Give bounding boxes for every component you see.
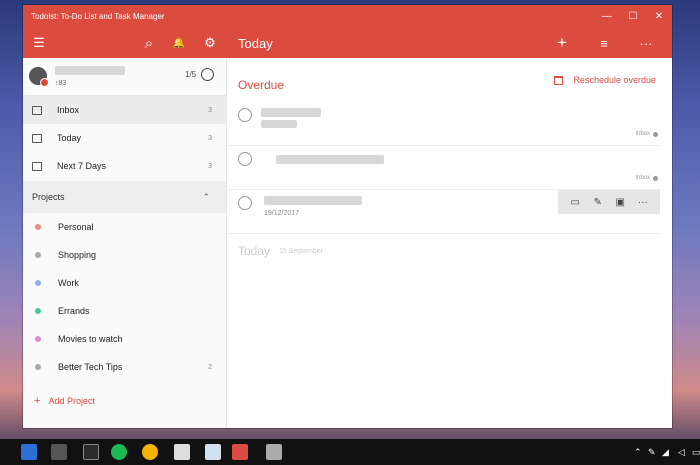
daily-progress: 1/5 bbox=[185, 70, 197, 79]
app-window: Todoist: To-Do List and Task Manager — ☐… bbox=[23, 5, 672, 428]
profile-section[interactable]: ↑83 1/5 bbox=[23, 58, 226, 96]
project-color-dot bbox=[35, 308, 41, 314]
nav-label: Next 7 Days bbox=[57, 161, 107, 171]
add-task-icon[interactable]: + bbox=[554, 33, 570, 52]
volume-icon[interactable]: ◁ bbox=[678, 447, 685, 458]
nav-label: Today bbox=[57, 133, 82, 143]
task-row[interactable]: 19/12/2017 ▭ ✎ ▣ ··· bbox=[228, 190, 660, 234]
projects-label: Projects bbox=[32, 192, 65, 202]
plus-icon: + bbox=[34, 395, 41, 407]
close-button[interactable]: ✕ bbox=[646, 11, 672, 22]
task-project-label: Inbox bbox=[635, 175, 658, 181]
spotify-icon[interactable] bbox=[111, 444, 127, 460]
nav-item-next-7-days[interactable]: Next 7 Days 3 bbox=[23, 152, 226, 180]
task-text-blurred bbox=[276, 155, 384, 164]
task-checkbox[interactable] bbox=[238, 108, 252, 122]
karma-score: ↑83 bbox=[55, 80, 67, 87]
project-item[interactable]: Shopping bbox=[23, 241, 226, 269]
projects-header[interactable]: Projects ⌃ bbox=[23, 181, 226, 213]
reschedule-label: Reschedule overdue bbox=[573, 75, 656, 85]
edit-icon[interactable]: ✎ bbox=[591, 195, 605, 209]
add-project-button[interactable]: + Add Project bbox=[23, 387, 226, 415]
nav-count: 3 bbox=[208, 134, 212, 142]
task-row[interactable]: Inbox bbox=[228, 146, 660, 190]
project-item[interactable]: Work bbox=[23, 269, 226, 297]
project-count: 2 bbox=[208, 363, 212, 371]
project-color-dot bbox=[35, 364, 41, 370]
more-icon[interactable]: ··· bbox=[636, 195, 650, 209]
chevron-up-icon[interactable]: ⌃ bbox=[202, 192, 210, 203]
app-icon[interactable] bbox=[205, 444, 221, 460]
inbox-icon bbox=[32, 105, 42, 115]
store-icon[interactable] bbox=[21, 444, 37, 460]
task-row[interactable]: Inbox bbox=[228, 102, 660, 146]
overdue-header: Overdue bbox=[238, 78, 285, 92]
task-text-blurred bbox=[264, 196, 362, 205]
app-icon[interactable] bbox=[266, 444, 282, 460]
maximize-button[interactable]: ☐ bbox=[620, 11, 646, 22]
project-label: Better Tech Tips bbox=[58, 362, 123, 372]
user-name-blurred bbox=[55, 66, 125, 75]
sidebar: ↑83 1/5 Inbox 3 Today 3 Next 7 Days 3 Pr… bbox=[23, 58, 227, 428]
task-action-bar: ▭ ✎ ▣ ··· bbox=[558, 190, 660, 214]
project-item[interactable]: Better Tech Tips 2 bbox=[23, 353, 226, 381]
project-item[interactable]: Errands bbox=[23, 297, 226, 325]
nav-count: 3 bbox=[208, 106, 212, 114]
project-label: Movies to watch bbox=[58, 334, 123, 344]
project-label: Errands bbox=[58, 306, 90, 316]
project-color-dot bbox=[35, 224, 41, 230]
project-color-dot bbox=[35, 336, 41, 342]
task-list: Overdue Reschedule overdue Inbox Inbox 1… bbox=[228, 58, 672, 428]
window-title: Todoist: To-Do List and Task Manager bbox=[31, 12, 165, 21]
calendar-week-icon bbox=[32, 161, 42, 171]
project-item[interactable]: Movies to watch bbox=[23, 325, 226, 353]
schedule-icon[interactable]: ▣ bbox=[613, 195, 627, 209]
app-icon[interactable] bbox=[174, 444, 190, 460]
wifi-icon[interactable]: ◢ bbox=[662, 447, 669, 458]
toolbar: ☰ ⌕ 🔔 ⚙ Today + ≡ ··· bbox=[23, 28, 672, 58]
todoist-icon[interactable] bbox=[232, 444, 248, 460]
project-label: Work bbox=[58, 278, 79, 288]
avatar[interactable] bbox=[29, 67, 49, 87]
search-icon[interactable]: ⌕ bbox=[141, 35, 157, 52]
view-title: Today bbox=[238, 36, 273, 51]
more-icon[interactable]: ··· bbox=[638, 35, 654, 51]
windows-taskbar: ⌃ ✎ ◢ ◁ ▭ bbox=[0, 439, 700, 465]
task-project-label: Inbox bbox=[635, 131, 658, 137]
calendar-icon bbox=[32, 133, 42, 143]
task-due-date: 19/12/2017 bbox=[264, 210, 300, 217]
project-color-dot bbox=[35, 252, 41, 258]
pen-icon[interactable]: ✎ bbox=[648, 447, 656, 458]
add-project-label: Add Project bbox=[48, 396, 95, 406]
task-text-blurred bbox=[261, 120, 297, 128]
menu-icon[interactable]: ☰ bbox=[31, 35, 47, 51]
title-bar: Todoist: To-Do List and Task Manager — ☐… bbox=[23, 5, 672, 28]
gear-icon[interactable]: ⚙ bbox=[202, 35, 218, 51]
nav-count: 3 bbox=[208, 162, 212, 170]
chrome-icon[interactable] bbox=[142, 444, 158, 460]
reschedule-overdue-button[interactable]: Reschedule overdue bbox=[554, 75, 656, 85]
project-color-dot bbox=[35, 280, 41, 286]
tray-chevron-icon[interactable]: ⌃ bbox=[634, 447, 642, 458]
task-text-blurred bbox=[261, 108, 321, 117]
nav-label: Inbox bbox=[57, 105, 80, 115]
network-icon[interactable]: ▭ bbox=[692, 447, 700, 458]
minimize-button[interactable]: — bbox=[594, 11, 620, 22]
project-label: Shopping bbox=[58, 250, 97, 260]
app-icon[interactable] bbox=[51, 444, 67, 460]
calendar-icon bbox=[554, 75, 564, 85]
nav-item-today[interactable]: Today 3 bbox=[23, 124, 226, 152]
nav-item-inbox[interactable]: Inbox 3 bbox=[23, 96, 226, 124]
project-label: Personal bbox=[58, 222, 94, 232]
app-icon[interactable] bbox=[83, 444, 99, 460]
productivity-clock-icon[interactable] bbox=[201, 68, 214, 81]
task-checkbox[interactable] bbox=[238, 196, 252, 210]
project-item[interactable]: Personal bbox=[23, 213, 226, 241]
today-section-header: Today bbox=[238, 244, 271, 258]
task-checkbox[interactable] bbox=[238, 152, 252, 166]
sort-icon[interactable]: ≡ bbox=[596, 35, 612, 51]
today-section-date: 15 September bbox=[279, 248, 323, 255]
comment-icon[interactable]: ▭ bbox=[568, 195, 582, 209]
bell-icon[interactable]: 🔔 bbox=[171, 35, 187, 51]
